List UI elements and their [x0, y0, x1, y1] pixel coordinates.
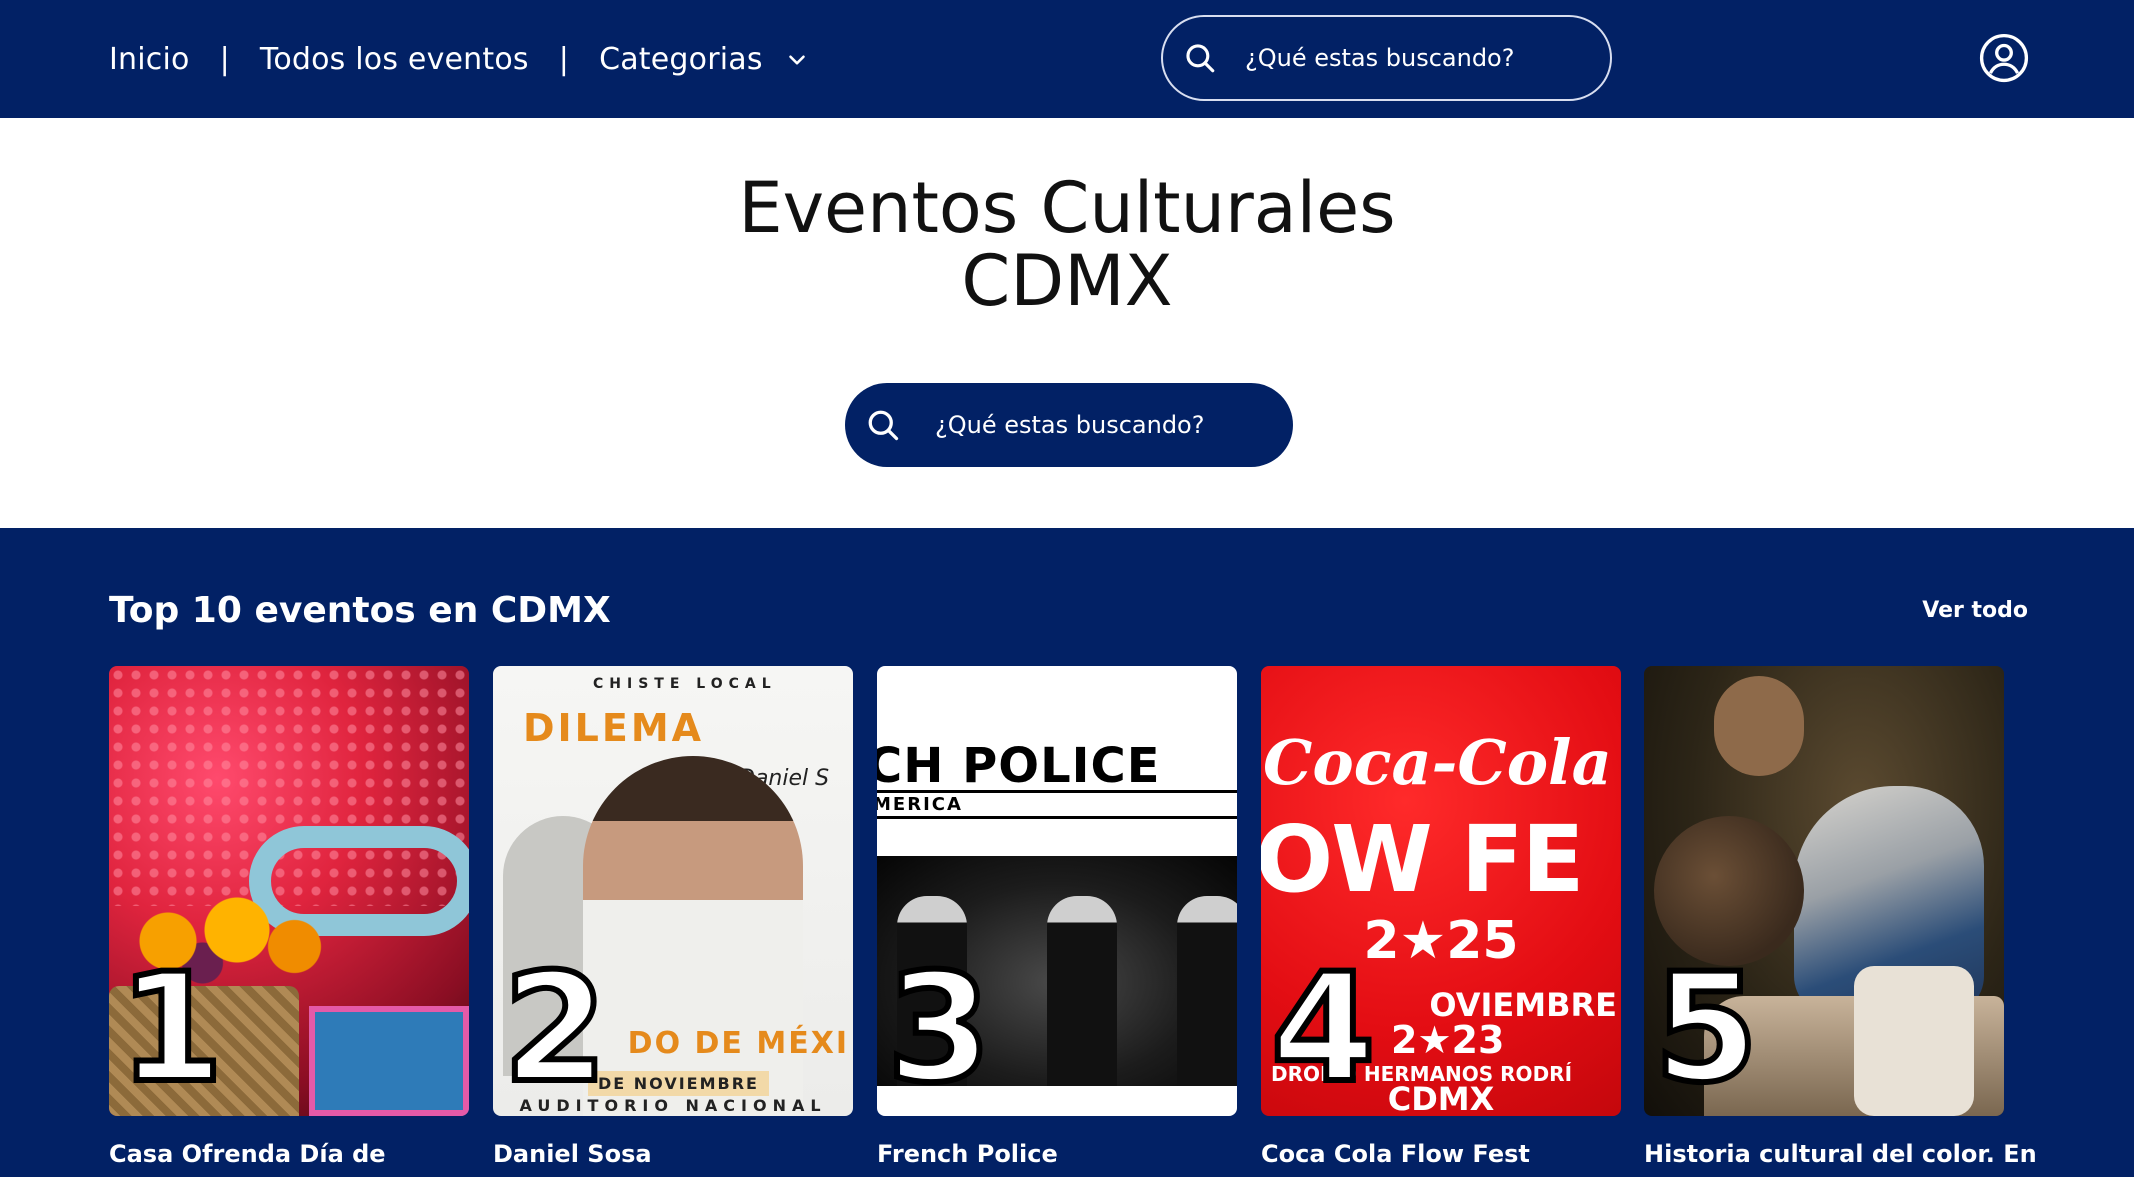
header-search-bar[interactable] — [1161, 15, 1612, 101]
band-member — [1177, 896, 1237, 1086]
top10-section: Top 10 eventos en CDMX Ver todo 1 Casa O… — [0, 528, 2134, 1177]
poster-headline: DILEMA — [523, 706, 705, 750]
event-poster-image[interactable]: 5 — [1644, 666, 2004, 1116]
event-card-4[interactable]: Coca-Cola OW FE 2★25 OVIEMBRE 2★23 DROMO… — [1261, 666, 1621, 1168]
hero-search-input[interactable] — [935, 411, 1255, 439]
section-title: Top 10 eventos en CDMX — [109, 590, 611, 631]
poster-headline: OW FE — [1261, 806, 1584, 913]
search-icon[interactable] — [1183, 41, 1217, 75]
user-circle-icon[interactable] — [1979, 33, 2029, 83]
rank-number: 2 — [500, 942, 610, 1116]
event-poster-image[interactable]: CHISTE LOCAL DILEMA Daniel S DO DE MÉXI … — [493, 666, 853, 1116]
rank-number: 5 — [1651, 942, 1761, 1116]
rank-number: 4 — [1268, 942, 1378, 1116]
painted-box — [309, 1006, 469, 1116]
event-poster-image[interactable]: 1 — [109, 666, 469, 1116]
chevron-down-icon — [789, 55, 806, 65]
search-icon[interactable] — [865, 407, 901, 443]
rank-number: 1 — [116, 942, 226, 1116]
painting-figure — [1714, 676, 1804, 776]
poster-brand: CHISTE LOCAL — [593, 676, 777, 692]
event-card-5[interactable]: 5 Historia cultural del color. En — [1644, 666, 2037, 1168]
coca-cola-logo: Coca-Cola — [1263, 726, 1612, 799]
page-title-line2: CDMX — [961, 240, 1173, 322]
painting-cloth — [1854, 966, 1974, 1116]
event-poster-image[interactable]: CH POLICE MERICA 3 — [877, 666, 1237, 1116]
top-navigation-bar: Inicio | Todos los eventos | Categorias — [0, 0, 2134, 118]
nav-link-categorias-label: Categorias — [599, 41, 763, 77]
event-title[interactable]: Historia cultural del color. En — [1644, 1140, 2037, 1168]
see-all-link[interactable]: Ver todo — [1922, 598, 2028, 623]
event-title[interactable]: Casa Ofrenda Día de — [109, 1140, 489, 1168]
hero-search-bar[interactable] — [845, 383, 1293, 467]
header-search-input[interactable] — [1245, 44, 1565, 72]
poster-rule — [877, 790, 1237, 793]
nav-separator: | — [558, 41, 570, 77]
poster-dates: 2★23 — [1391, 1018, 1505, 1062]
event-card-1[interactable]: 1 Casa Ofrenda Día de — [109, 666, 469, 1168]
page-title: Eventos Culturales CDMX — [0, 172, 2134, 318]
event-poster-image[interactable]: Coca-Cola OW FE 2★25 OVIEMBRE 2★23 DROMO… — [1261, 666, 1621, 1116]
rank-number: 3 — [884, 942, 994, 1116]
poster-subtitle: MERICA — [877, 794, 963, 815]
band-member — [1047, 896, 1117, 1086]
nav-dropdown-categorias[interactable]: Categorias — [599, 42, 810, 77]
nav-separator: | — [219, 41, 230, 77]
main-nav: Inicio | Todos los eventos | Categorias — [109, 0, 810, 118]
page-title-line1: Eventos Culturales — [738, 167, 1396, 249]
poster-headline: CH POLICE — [877, 738, 1161, 794]
event-title[interactable]: Coca Cola Flow Fest — [1261, 1140, 1641, 1168]
poster-rule — [877, 816, 1237, 819]
nav-link-inicio[interactable]: Inicio — [109, 42, 190, 77]
nav-link-todos-los-eventos[interactable]: Todos los eventos — [260, 42, 529, 77]
poster-date: DE NOVIEMBRE — [588, 1071, 769, 1096]
event-card-2[interactable]: CHISTE LOCAL DILEMA Daniel S DO DE MÉXI … — [493, 666, 853, 1168]
event-card-3[interactable]: CH POLICE MERICA 3 French Police — [877, 666, 1237, 1168]
event-title[interactable]: French Police — [877, 1140, 1257, 1168]
event-title[interactable]: Daniel Sosa — [493, 1140, 873, 1168]
